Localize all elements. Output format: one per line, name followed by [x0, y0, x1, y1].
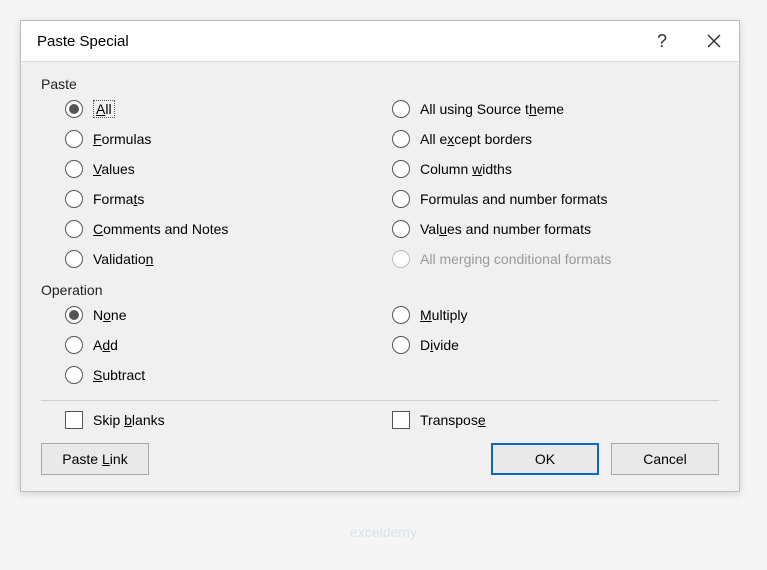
- check-row: Skip blanks Transpose: [41, 411, 719, 429]
- radio-icon: [65, 336, 83, 354]
- cancel-button[interactable]: Cancel: [611, 443, 719, 475]
- radio-icon: [65, 130, 83, 148]
- divider: [41, 400, 719, 401]
- radio-multiply[interactable]: Multiply: [392, 306, 719, 324]
- titlebar-buttons: ?: [647, 27, 729, 55]
- paste-link-label: Paste Link: [62, 451, 127, 467]
- skip-blanks-checkbox[interactable]: Skip blanks: [65, 411, 392, 429]
- cancel-label: Cancel: [643, 451, 687, 467]
- close-icon: [707, 34, 721, 48]
- radio-icon: [65, 306, 83, 324]
- radio-label-comments: Comments and Notes: [93, 221, 228, 237]
- radio-all-source-theme[interactable]: All using Source theme: [392, 100, 719, 118]
- radio-icon: [65, 160, 83, 178]
- radio-all-except-borders[interactable]: All except borders: [392, 130, 719, 148]
- radio-icon: [392, 190, 410, 208]
- radio-label-values: Values: [93, 161, 135, 177]
- help-button[interactable]: ?: [647, 27, 677, 55]
- radio-label-all: All: [93, 100, 115, 118]
- radio-label-formats: Formats: [93, 191, 144, 207]
- transpose-checkbox[interactable]: Transpose: [392, 411, 719, 429]
- radio-icon: [65, 366, 83, 384]
- radio-icon: [392, 250, 410, 268]
- radio-icon: [392, 220, 410, 238]
- watermark: exceldemy: [350, 524, 417, 540]
- paste-link-button[interactable]: Paste Link: [41, 443, 149, 475]
- radio-icon: [392, 100, 410, 118]
- paste-special-dialog: Paste Special ? Paste All Formulas Values F…: [20, 20, 740, 492]
- radio-label-formulas: Formulas: [93, 131, 151, 147]
- checkbox-icon: [65, 411, 83, 429]
- radio-label-validation: Validation: [93, 251, 153, 267]
- radio-values-number[interactable]: Values and number formats: [392, 220, 719, 238]
- radio-label-add: Add: [93, 337, 118, 353]
- radio-label-merging-conditional: All merging conditional formats: [420, 251, 611, 267]
- radio-column-widths[interactable]: Column widths: [392, 160, 719, 178]
- radio-icon: [65, 220, 83, 238]
- radio-icon: [65, 250, 83, 268]
- radio-formulas-number[interactable]: Formulas and number formats: [392, 190, 719, 208]
- titlebar: Paste Special ?: [21, 21, 739, 62]
- radio-add[interactable]: Add: [65, 336, 392, 354]
- radio-label-divide: Divide: [420, 337, 459, 353]
- radio-divide[interactable]: Divide: [392, 336, 719, 354]
- dialog-content: Paste All Formulas Values Formats Comments a…: [21, 62, 739, 491]
- operation-section-label: Operation: [41, 282, 719, 298]
- paste-section-label: Paste: [41, 76, 719, 92]
- ok-label: OK: [535, 451, 555, 467]
- radio-formulas[interactable]: Formulas: [65, 130, 392, 148]
- transpose-label: Transpose: [420, 412, 486, 428]
- radio-formats[interactable]: Formats: [65, 190, 392, 208]
- radio-icon: [65, 190, 83, 208]
- radio-subtract[interactable]: Subtract: [65, 366, 392, 384]
- checkbox-icon: [392, 411, 410, 429]
- radio-icon: [392, 130, 410, 148]
- radio-label-formulas-number: Formulas and number formats: [420, 191, 608, 207]
- radio-label-column-widths: Column widths: [420, 161, 512, 177]
- dialog-title: Paste Special: [37, 33, 129, 50]
- operation-options: None Add Subtract Multiply Divide: [41, 302, 719, 388]
- ok-button[interactable]: OK: [491, 443, 599, 475]
- radio-label-subtract: Subtract: [93, 367, 145, 383]
- radio-label-none: None: [93, 307, 127, 323]
- radio-label-all-except-borders: All except borders: [420, 131, 532, 147]
- radio-all[interactable]: All: [65, 100, 392, 118]
- radio-icon: [392, 306, 410, 324]
- paste-options: All Formulas Values Formats Comments and Not…: [41, 96, 719, 272]
- radio-none[interactable]: None: [65, 306, 392, 324]
- radio-merging-conditional: All merging conditional formats: [392, 250, 719, 268]
- button-row: Paste Link OK Cancel: [41, 443, 719, 475]
- radio-values[interactable]: Values: [65, 160, 392, 178]
- skip-blanks-label: Skip blanks: [93, 412, 165, 428]
- radio-validation[interactable]: Validation: [65, 250, 392, 268]
- radio-label-multiply: Multiply: [420, 307, 467, 323]
- radio-label-values-number: Values and number formats: [420, 221, 591, 237]
- radio-label-all-source-theme: All using Source theme: [420, 101, 564, 117]
- radio-icon: [392, 336, 410, 354]
- close-button[interactable]: [699, 27, 729, 55]
- radio-icon: [65, 100, 83, 118]
- radio-icon: [392, 160, 410, 178]
- radio-comments[interactable]: Comments and Notes: [65, 220, 392, 238]
